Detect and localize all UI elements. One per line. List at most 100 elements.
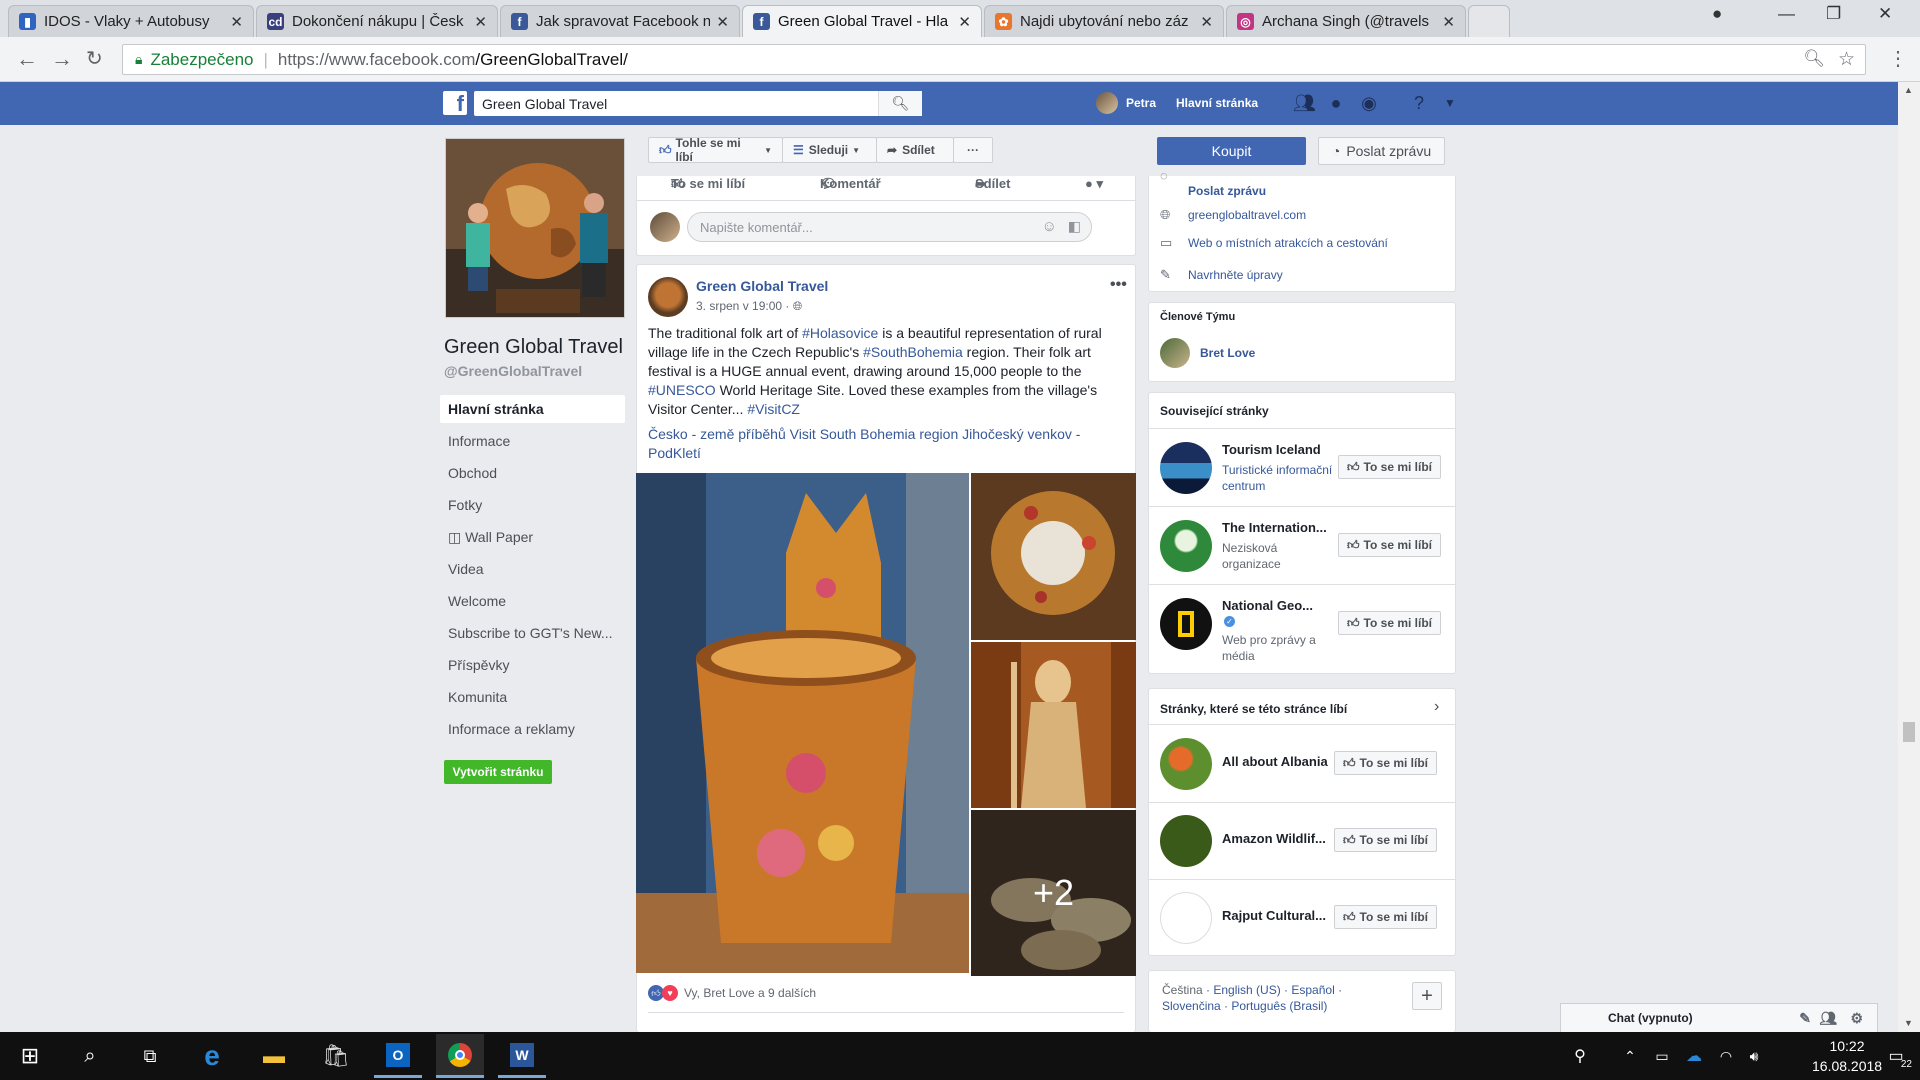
url-field[interactable]: 🔒︎ Zabezpečeno | https://www.facebook.co… — [122, 44, 1866, 75]
chrome-icon[interactable] — [436, 1034, 484, 1078]
nav-ads-info[interactable]: Informace a reklamy — [440, 715, 625, 743]
compose-icon[interactable]: ✎ — [1799, 1010, 1811, 1027]
onedrive-icon[interactable]: ☁ — [1676, 1034, 1712, 1078]
home-link[interactable]: Hlavní stránka — [1176, 96, 1258, 110]
volume-icon[interactable]: 🔊︎ — [1736, 1034, 1772, 1078]
post-photo-bucket[interactable] — [636, 473, 969, 973]
hashtag-link[interactable]: #UNESCO — [648, 382, 716, 398]
website-link[interactable]: greenglobaltravel.com — [1188, 208, 1306, 222]
browser-tab[interactable]: ✿ Najdi ubytování nebo záz ✕ — [984, 5, 1224, 37]
related-page-name[interactable]: The Internation... — [1222, 520, 1327, 535]
suggest-edits-link[interactable]: Navrhněte úpravy — [1188, 268, 1283, 282]
related-page-name[interactable]: National Geo... — [1222, 598, 1313, 613]
hashtag-link[interactable]: #Holasovice — [802, 325, 878, 341]
follow-button[interactable]: ☰ Sleduji ▼ — [782, 137, 877, 163]
window-close-icon[interactable]: ✕ — [1878, 4, 1892, 24]
help-icon[interactable]: ? — [1409, 93, 1429, 113]
add-language-button[interactable]: + — [1412, 982, 1442, 1010]
nav-home[interactable]: Hlavní stránka — [440, 395, 625, 423]
file-explorer-icon[interactable]: ▬ — [250, 1034, 298, 1078]
word-icon[interactable]: W — [498, 1034, 546, 1078]
zoom-icon[interactable]: 🔍︎ — [1803, 49, 1825, 69]
windows-start-icon[interactable]: ⊞ — [6, 1034, 54, 1078]
buy-button[interactable]: Koupit — [1157, 137, 1306, 165]
nav-welcome[interactable]: Welcome — [440, 587, 625, 615]
globe-icon[interactable]: ◉ — [1359, 93, 1379, 113]
post-author[interactable]: Green Global Travel — [696, 278, 828, 294]
search-input[interactable]: Green Global Travel 🔍︎ — [474, 91, 922, 116]
like-page-button[interactable]: 👍︎ To se mi líbí — [1334, 828, 1438, 852]
hashtag-link[interactable]: #SouthBohemia — [863, 344, 963, 360]
liked-page-name[interactable]: Amazon Wildlif... — [1222, 831, 1326, 846]
chat-bar[interactable]: Chat (vypnuto) ✎ 👥︎ ⚙ — [1560, 1003, 1878, 1033]
people-icon[interactable]: 👥︎ — [1819, 1010, 1837, 1027]
like-page-button[interactable]: 👍︎ To se mi líbí — [1338, 455, 1442, 479]
back-icon[interactable]: ← — [16, 46, 38, 72]
like-page-button[interactable]: 👍︎ To se mi líbí — [1338, 611, 1442, 635]
send-message-link[interactable]: Poslat zprávu — [1188, 184, 1266, 198]
messenger-icon[interactable]: ● — [1326, 93, 1346, 113]
sticker-icon[interactable]: ◧ — [1068, 218, 1081, 235]
avatar[interactable] — [1160, 442, 1212, 494]
people-icon[interactable]: ⚲ — [1562, 1034, 1598, 1078]
close-icon[interactable]: ✕ — [474, 13, 487, 31]
more-button[interactable]: ··· — [953, 137, 993, 163]
liked-page-name[interactable]: All about Albania — [1222, 754, 1328, 769]
close-icon[interactable]: ✕ — [230, 13, 243, 31]
chevron-down-icon[interactable]: ▼ — [1440, 93, 1460, 113]
nav-posts[interactable]: Příspěvky — [440, 651, 625, 679]
hashtag-link[interactable]: #VisitCZ — [747, 401, 800, 417]
post-photo-carving[interactable] — [971, 642, 1136, 808]
nav-community[interactable]: Komunita — [440, 683, 625, 711]
star-icon[interactable]: ☆ — [1838, 48, 1855, 71]
menu-icon[interactable]: ⋮ — [1888, 46, 1908, 71]
nav-shop[interactable]: Obchod — [440, 459, 625, 487]
create-page-button[interactable]: Vytvořit stránku — [444, 760, 552, 784]
page-profile-photo[interactable] — [445, 138, 625, 318]
close-icon[interactable]: ✕ — [716, 13, 729, 31]
comment-input[interactable]: Napište komentář... ☺ ◧ — [687, 212, 1092, 242]
nav-photos[interactable]: Fotky — [440, 491, 625, 519]
scroll-down-icon[interactable]: ▼ — [1904, 1018, 1913, 1028]
avatar[interactable] — [1160, 815, 1212, 867]
edge-icon[interactable]: e — [188, 1034, 236, 1078]
chevron-right-icon[interactable]: › — [1434, 698, 1439, 716]
notifications-icon[interactable]: ▭ 22 — [1876, 1034, 1916, 1078]
avatar-selector[interactable]: ● ▾ — [1085, 176, 1103, 192]
like-page-button[interactable]: 👍︎ Tohle se mi líbí ▼ — [648, 136, 783, 164]
scrollbar-thumb[interactable] — [1903, 722, 1915, 742]
browser-tab[interactable]: ◎ Archana Singh (@travels ✕ — [1226, 5, 1466, 37]
profile-link[interactable]: Petra — [1126, 96, 1156, 110]
maximize-icon[interactable]: ❐ — [1826, 4, 1841, 24]
gear-icon[interactable]: ⚙ — [1850, 1010, 1863, 1027]
reactions-summary[interactable]: 👍︎ ♥ Vy, Bret Love a 9 dalších — [648, 985, 816, 1001]
team-member-link[interactable]: Bret Love — [1200, 346, 1255, 360]
new-tab-button[interactable] — [1468, 5, 1510, 37]
post-date[interactable]: 3. srpen v 19:00 · 🌐︎ — [696, 299, 802, 314]
scroll-up-icon[interactable]: ▲ — [1904, 85, 1913, 95]
close-icon[interactable]: ✕ — [1200, 13, 1213, 31]
nav-info[interactable]: Informace — [440, 427, 625, 455]
battery-icon[interactable]: ▭ — [1644, 1034, 1680, 1078]
avatar[interactable] — [1160, 338, 1190, 368]
nav-wallpaper[interactable]: ◫ Wall Paper — [440, 523, 625, 551]
avatar[interactable] — [1096, 92, 1118, 114]
close-icon[interactable]: ✕ — [958, 13, 971, 31]
browser-tab-active[interactable]: f Green Global Travel - Hla ✕ — [742, 5, 982, 37]
search-icon[interactable]: ⌕ — [66, 1034, 114, 1078]
close-icon[interactable]: ✕ — [1442, 13, 1455, 31]
language-list[interactable]: Čeština · English (US) · Español · Sloven… — [1162, 982, 1362, 1014]
share-button[interactable]: ➦ Sdílet — [876, 137, 954, 163]
send-message-button[interactable]: ◔ Poslat zprávu — [1318, 137, 1445, 165]
avatar[interactable] — [1160, 598, 1212, 650]
browser-tab[interactable]: f Jak spravovat Facebook n ✕ — [500, 5, 740, 37]
friends-icon[interactable]: 👥︎ — [1293, 93, 1316, 113]
post-tags[interactable]: Česko - země příběhů Visit South Bohemia… — [648, 425, 1108, 463]
nav-subscribe[interactable]: Subscribe to GGT's New... — [440, 619, 625, 647]
page-scrollbar[interactable]: ▲ ▼ — [1898, 82, 1920, 1032]
post-options-icon[interactable]: ••• — [1110, 276, 1127, 294]
emoji-icon[interactable]: ☺ — [1042, 218, 1057, 235]
avatar[interactable] — [648, 277, 688, 317]
like-page-button[interactable]: 👍︎ To se mi líbí — [1338, 533, 1442, 557]
outlook-icon[interactable]: O — [374, 1034, 422, 1078]
